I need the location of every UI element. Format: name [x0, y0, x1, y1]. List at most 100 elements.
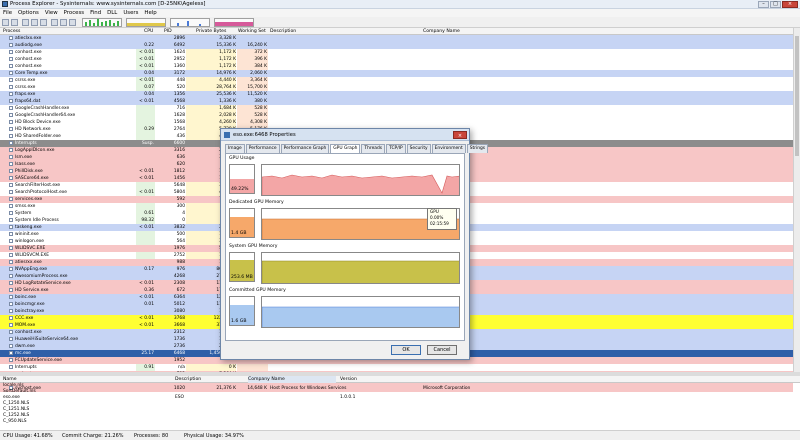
process-cpu: < 0.01 — [139, 99, 154, 104]
tab-strings[interactable]: Strings — [466, 144, 489, 153]
process-pid: 4568 — [173, 99, 185, 104]
process-icon — [9, 176, 13, 180]
menu-dll[interactable]: DLL — [104, 9, 120, 17]
menu-process[interactable]: Process — [61, 9, 87, 17]
process-icon — [9, 295, 13, 299]
cpu-mini-graph[interactable] — [82, 18, 122, 27]
target-icon[interactable] — [60, 19, 67, 26]
cancel-button[interactable]: Cancel — [427, 345, 457, 355]
menu-file[interactable]: File — [0, 9, 15, 17]
col-dll-name[interactable]: Name — [3, 376, 17, 383]
table-row[interactable]: GoogleCrashHandler64.exe 1628 2,028 K 528 K — [0, 112, 793, 119]
kill-process-icon[interactable] — [40, 19, 47, 26]
scroll-thumb[interactable] — [795, 36, 799, 156]
find-icon[interactable] — [51, 19, 58, 26]
process-name: NVAppEng.exe — [15, 267, 48, 272]
process-list-scrollbar[interactable] — [793, 28, 800, 372]
process-pid: 436 — [176, 134, 185, 139]
process-icon — [9, 50, 13, 54]
table-row[interactable]: fraps64.dat < 0.01 4568 1,336 K 380 K — [0, 98, 793, 105]
status-bar: CPU Usage: 41.68% Commit Charge: 21.26% … — [0, 430, 800, 440]
table-row[interactable]: conhost.exe < 0.01 1360 1,172 K 384 K — [0, 63, 793, 70]
table-row[interactable]: Core Temp.exe 0.04 3172 14,976 K 2,060 K — [0, 70, 793, 77]
dll-list: locale.nls SortDefault.nls eso.exe ESO 1.0.0… — [0, 383, 800, 425]
process-name: HuaweiHiSuiteService64.exe — [15, 337, 79, 342]
table-row[interactable]: audiodg.exe 0.22 6492 15,336 K 16,240 K — [0, 42, 793, 49]
minimize-icon[interactable]: – — [758, 1, 769, 8]
col-dll-version[interactable]: Version — [340, 376, 357, 383]
col-private-bytes[interactable]: Private Bytes — [196, 28, 226, 35]
refresh-icon[interactable] — [11, 19, 18, 26]
menu-users[interactable]: Users — [120, 9, 141, 17]
table-row[interactable]: GoogleCrashHandler.exe 716 1,684 K 528 K — [0, 105, 793, 112]
tab-security[interactable]: Security — [406, 144, 431, 153]
dll-icon[interactable] — [69, 19, 76, 26]
process-icon — [9, 204, 13, 208]
process-name: LogAppIDIcon.exe — [15, 148, 55, 153]
col-working-set[interactable]: Working Set — [238, 28, 266, 35]
process-icon — [9, 225, 13, 229]
process-pid: 6364 — [173, 295, 185, 300]
process-name: conhost.exe — [15, 57, 42, 62]
process-icon — [9, 78, 13, 82]
process-private-bytes: 25,536 K — [216, 92, 236, 97]
tree-icon[interactable] — [31, 19, 38, 26]
tab-performance-graph[interactable]: Performance Graph — [280, 144, 330, 153]
dialog-close-icon[interactable]: × — [453, 131, 467, 139]
ok-button[interactable]: OK — [391, 345, 421, 355]
process-icon — [9, 85, 13, 89]
col-cpu[interactable]: CPU — [144, 28, 153, 35]
tab-gpu-graph[interactable]: GPU Graph — [330, 144, 361, 153]
window-title: Process Explorer - Sysinternals: www.sys… — [10, 1, 206, 7]
tab-performance[interactable]: Performance — [245, 144, 280, 153]
process-icon — [9, 169, 13, 173]
tab-tcp-ip[interactable]: TCP/IP — [386, 144, 406, 153]
maximize-icon[interactable]: □ — [770, 1, 781, 8]
table-row[interactable]: Interrupts 0.91 n/a 0 K — [0, 364, 793, 371]
process-name: services.exe — [15, 197, 43, 202]
io-mini-graph[interactable] — [170, 18, 210, 27]
process-icon — [9, 267, 13, 271]
process-private-bytes: 14,976 K — [216, 71, 236, 76]
committed-gpu-label: Committed GPU Memory — [229, 288, 286, 293]
col-process[interactable]: Process — [3, 28, 20, 35]
col-pid[interactable]: PID — [164, 28, 172, 35]
process-cpu: Susp. — [141, 141, 154, 146]
dll-name: C_950.NLS — [3, 419, 27, 424]
col-dll-company[interactable]: Company Name — [248, 376, 336, 383]
process-name: HD Block Device.exe — [15, 120, 61, 125]
save-icon[interactable] — [2, 19, 9, 26]
tab-threads[interactable]: Threads — [361, 144, 386, 153]
gpu-mini-graph[interactable] — [214, 18, 254, 27]
list-item[interactable]: C_950.NLS — [0, 419, 800, 425]
process-icon — [9, 260, 13, 264]
table-row[interactable]: atieclxx.exe 2896 3,328 K — [0, 35, 793, 42]
memory-mini-graph[interactable] — [126, 18, 166, 27]
menu-find[interactable]: Find — [87, 9, 104, 17]
table-row[interactable]: csrss.exe 0.07 520 28,764 K 15,700 K — [0, 84, 793, 91]
process-name: mc.exe — [15, 351, 31, 356]
menu-view[interactable]: View — [42, 9, 61, 17]
col-description[interactable]: Description — [270, 28, 296, 35]
process-name: Interrupts — [15, 141, 37, 146]
table-row[interactable]: conhost.exe < 0.01 1624 1,172 K 372 K — [0, 49, 793, 56]
status-physical: Physical Usage: 34.97% — [184, 433, 244, 439]
system-info-icon[interactable] — [22, 19, 29, 26]
table-row[interactable]: fraps.exe 0.04 1356 25,536 K 11,520 K — [0, 91, 793, 98]
col-company-name[interactable]: Company Name — [423, 28, 460, 35]
tab-environment[interactable]: Environment — [431, 144, 466, 153]
table-row[interactable]: csrss.exe < 0.01 448 4,440 K 3,364 K — [0, 77, 793, 84]
process-pid: 976 — [176, 267, 185, 272]
process-cpu: 0.04 — [144, 92, 154, 97]
process-name: lsm.exe — [15, 155, 32, 160]
process-name: SearchProtocolHost.exe — [15, 190, 67, 195]
tab-image[interactable]: Image — [225, 144, 245, 153]
menu-help[interactable]: Help — [141, 9, 159, 17]
table-row[interactable]: conhost.exe < 0.01 2952 1,172 K 396 K — [0, 56, 793, 63]
table-row[interactable]: HD Block Device.exe 1568 4,260 K 4,308 K — [0, 119, 793, 126]
process-working-set: 2,060 K — [250, 71, 267, 76]
process-pid: 448 — [176, 78, 185, 83]
col-dll-description[interactable]: Description — [175, 376, 201, 383]
menu-options[interactable]: Options — [15, 9, 42, 17]
close-icon[interactable]: × — [782, 1, 798, 8]
